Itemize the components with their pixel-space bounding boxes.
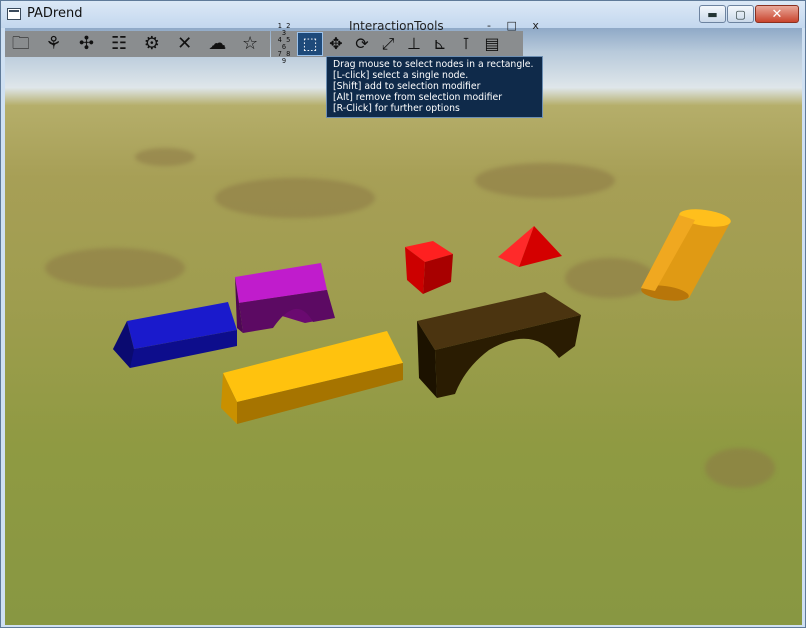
notes-icon[interactable]: ▤ <box>479 32 505 56</box>
numpad-row: 1 2 3 <box>277 22 291 37</box>
axis-icon[interactable]: ⊾ <box>427 32 453 56</box>
red-cube[interactable] <box>405 241 453 294</box>
window-title: PADrend <box>27 6 83 21</box>
red-pyramid[interactable] <box>498 226 562 267</box>
tools-icon[interactable]: ✕ <box>172 32 198 56</box>
folder-icon[interactable]: 🗀 <box>8 32 34 56</box>
close-button[interactable]: ✕ <box>755 5 799 23</box>
brown-arch[interactable] <box>417 292 581 398</box>
tooltip-line: [L-click] select a single node. <box>333 70 469 81</box>
tooltip: Drag mouse to select nodes in a rectangl… <box>326 56 543 118</box>
app-icon <box>7 8 21 20</box>
measure-icon[interactable]: ⊺ <box>453 32 479 56</box>
minimize-button[interactable]: ▬ <box>699 5 726 23</box>
blue-box[interactable] <box>113 302 237 368</box>
plugin-puzzle-icon[interactable]: ✣ <box>74 32 100 56</box>
app-window: PADrend ▬ ▢ ✕ 🗀 ⚘ ✣ ☷ ⚙ ✕ ☁ ☆ Interactio… <box>0 0 806 628</box>
tooltip-line: Drag mouse to select nodes in a rectangl… <box>333 59 534 70</box>
orange-cylinder[interactable] <box>640 206 732 303</box>
main-toolbar: 🗀 ⚘ ✣ ☷ ⚙ ✕ ☁ ☆ <box>5 31 270 57</box>
rotate-icon[interactable]: ⟳ <box>349 32 375 56</box>
interaction-toolbar: 1 2 3 4 5 6 7 8 9 ⬚ ✥ ⟳ ⤢ ⊥ ⊾ ⊺ ▤ <box>271 23 523 65</box>
maximize-icon: ▢ <box>735 7 746 21</box>
rect-select-icon[interactable]: ⬚ <box>297 32 323 56</box>
move-icon[interactable]: ✥ <box>323 32 349 56</box>
numpad-row: 4 5 6 <box>277 36 291 51</box>
numpad-icon[interactable]: 1 2 3 4 5 6 7 8 9 <box>271 23 297 65</box>
star-icon[interactable]: ☆ <box>237 32 263 56</box>
minimize-icon: ▬ <box>707 7 718 21</box>
scene-tree-icon[interactable]: ⚘ <box>41 32 67 56</box>
snap-down-icon[interactable]: ⊥ <box>401 32 427 56</box>
yellow-box[interactable] <box>221 331 403 424</box>
numpad-row: 7 8 9 <box>277 50 291 65</box>
tooltip-line: [Alt] remove from selection modifier <box>333 92 503 103</box>
weather-icon[interactable]: ☁ <box>205 32 231 56</box>
window-controls: ▬ ▢ ✕ <box>698 5 799 23</box>
maximize-button[interactable]: ▢ <box>727 5 754 23</box>
list-icon[interactable]: ☷ <box>106 32 132 56</box>
magenta-arch[interactable] <box>235 263 335 333</box>
close-icon: ✕ <box>771 6 783 22</box>
tooltip-line: [Shift] add to selection modifier <box>333 81 481 92</box>
scale-icon[interactable]: ⤢ <box>375 32 401 56</box>
tooltip-line: [R-Click] for further options <box>333 103 460 114</box>
gear-icon[interactable]: ⚙ <box>139 32 165 56</box>
